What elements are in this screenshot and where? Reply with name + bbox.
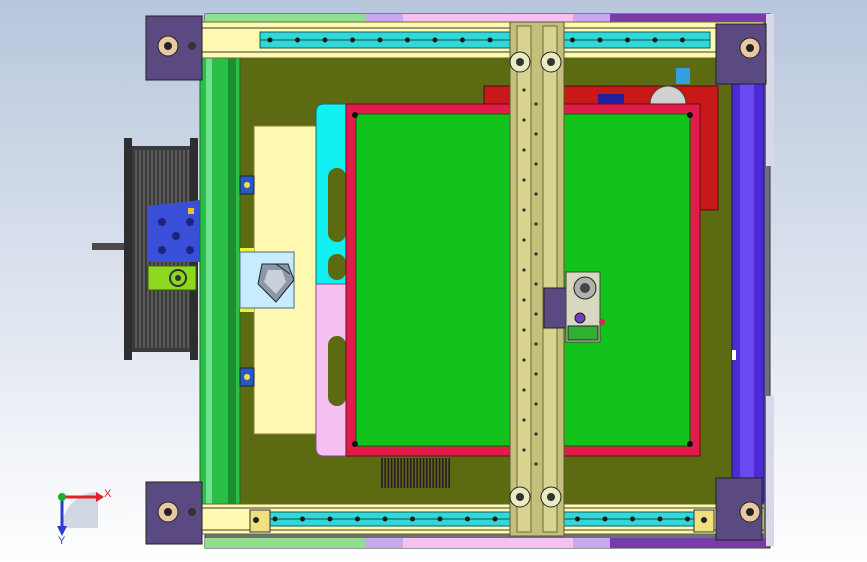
gantry-bolt [534, 402, 538, 406]
gantry-bolt [522, 208, 526, 212]
rail-screw [327, 516, 333, 522]
bottom-frame-bands [205, 538, 766, 548]
gantry-bolt [534, 162, 538, 166]
rail-screw [597, 37, 603, 43]
rail-screw [272, 516, 278, 522]
belt-clip-right [693, 509, 715, 533]
rail-screw [267, 37, 273, 43]
gantry-bolt [534, 342, 538, 346]
bed-clamp-lower [239, 367, 255, 387]
rail-screw [575, 516, 580, 522]
gantry-bolt [534, 222, 538, 226]
rail-screw [405, 37, 410, 43]
gantry-wheel-bottom-left [509, 486, 531, 508]
gantry-bolt [522, 358, 526, 362]
hotend-nozzle[interactable] [239, 251, 295, 309]
gantry-bolt [522, 418, 526, 422]
rail-screw [300, 516, 305, 522]
rail-screw [295, 37, 300, 43]
rail-screw [322, 37, 328, 43]
rail-screw [630, 516, 635, 522]
gantry-bolt [522, 118, 526, 122]
gantry-bolt [522, 448, 526, 452]
frame-right-edge-lower [766, 396, 774, 546]
gantry-bolt [522, 388, 526, 392]
gantry-bolt [534, 132, 538, 136]
gantry-bolt [522, 148, 526, 152]
belt-clip-left [249, 509, 271, 533]
gantry-bolt [522, 268, 526, 272]
x-axis-label: X [104, 488, 112, 500]
rail-screw [487, 37, 493, 43]
motor-corner-top-right[interactable] [715, 23, 767, 85]
gantry-bolt [534, 462, 538, 466]
gantry-bolt [522, 88, 526, 92]
gantry-bolt [534, 432, 538, 436]
gantry-bolt [522, 238, 526, 242]
rail-screw [685, 516, 690, 522]
extruder-motor-bracket[interactable] [147, 200, 200, 291]
rail-screw [570, 37, 575, 43]
gantry-bolt [534, 252, 538, 256]
clamp-tab-2 [240, 308, 254, 312]
gantry-bolt [534, 102, 538, 106]
rail-screw [382, 516, 388, 522]
clamp-tab-1 [240, 248, 254, 252]
rail-screw [625, 37, 630, 43]
rail-screw [410, 516, 415, 522]
gantry-bolt [522, 298, 526, 302]
right-side-wall [731, 29, 765, 531]
rail-screw [492, 516, 498, 522]
rail-screw [350, 37, 355, 43]
rail-screw [437, 516, 443, 522]
cad-viewport[interactable]: X Y [0, 0, 867, 562]
rail-screw [680, 37, 685, 43]
rail-screw [377, 37, 383, 43]
bed-clamp-upper [239, 175, 255, 195]
top-x-rail [177, 21, 765, 59]
gantry-wheel-bottom-right [540, 486, 562, 508]
rail-screw [432, 37, 438, 43]
gantry-bolt [522, 178, 526, 182]
gantry-bolt [522, 328, 526, 332]
frame-right-edge [766, 14, 774, 166]
y-gantry-beam[interactable] [509, 21, 565, 537]
y-axis-label: Y [58, 535, 66, 547]
rail-screw [657, 516, 663, 522]
rail-screw [355, 516, 360, 522]
gantry-bolt [534, 312, 538, 316]
rail-screw [460, 37, 465, 43]
rail-screw [465, 516, 470, 522]
motor-corner-top-left[interactable] [145, 15, 203, 81]
motor-corner-bottom-left[interactable] [145, 481, 203, 545]
rail-screw [602, 516, 608, 522]
motor-corner-bottom-right[interactable] [715, 477, 763, 541]
gantry-bolt [534, 282, 538, 286]
printer-assembly-top-view[interactable]: X Y [0, 0, 867, 562]
gantry-bolt [534, 192, 538, 196]
left-side-wall [199, 29, 241, 531]
right-wall-indicator [732, 350, 736, 360]
gantry-wheel-top-right [540, 51, 562, 73]
rail-screw [652, 37, 658, 43]
gantry-bolt [534, 372, 538, 376]
gantry-wheel-top-left [509, 51, 531, 73]
